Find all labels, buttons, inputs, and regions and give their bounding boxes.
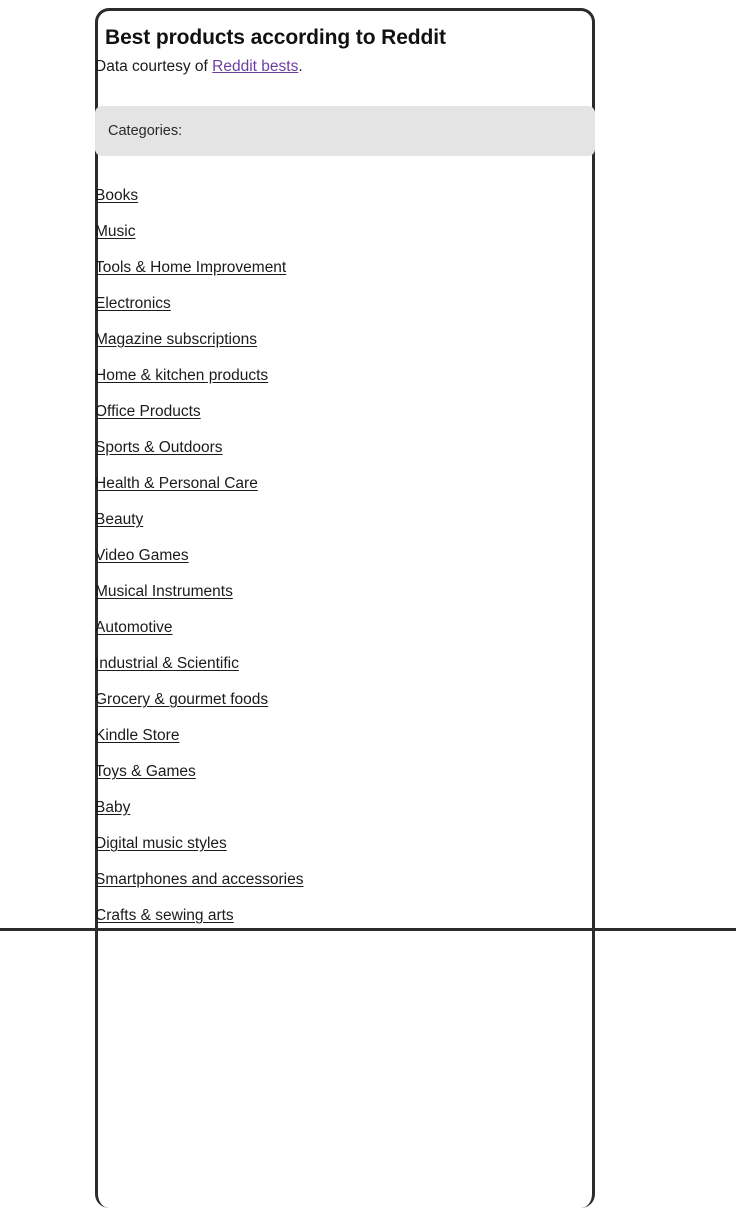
category-link[interactable]: Digital music styles (95, 835, 227, 852)
category-link[interactable]: Sports & Outdoors (95, 439, 223, 456)
credit-prefix-text: Data courtesy of (95, 58, 213, 75)
category-link[interactable]: Kindle Store (95, 727, 179, 744)
list-item: Sports & Outdoors (95, 438, 615, 474)
list-item: Books (95, 186, 615, 222)
page-title: Best products according to Reddit (105, 26, 446, 49)
list-item: Music (95, 222, 615, 258)
category-link[interactable]: Books (95, 187, 138, 204)
list-item: Industrial & Scientific (95, 654, 615, 690)
list-item: Grocery & gourmet foods (95, 690, 615, 726)
list-item: Magazine subscriptions (95, 330, 615, 366)
category-list: Books Music Tools & Home Improvement Electr… (95, 186, 615, 942)
category-link[interactable]: Magazine subscriptions (95, 331, 257, 348)
category-link[interactable]: Tools & Home Improvement (95, 259, 286, 276)
list-item: Beauty (95, 510, 615, 546)
reddit-bests-link[interactable]: Reddit bests (212, 58, 298, 75)
categories-panel-label: Categories: (108, 123, 183, 139)
list-item: Crafts & sewing arts (95, 906, 615, 942)
list-item: Toys & Games (95, 762, 615, 798)
list-item: Kindle Store (95, 726, 615, 762)
category-link[interactable]: Grocery & gourmet foods (95, 691, 268, 708)
category-link[interactable]: Video Games (95, 547, 189, 564)
list-item: Digital music styles (95, 834, 615, 870)
category-link[interactable]: Industrial & Scientific (95, 655, 239, 672)
category-link[interactable]: Health & Personal Care (95, 475, 258, 492)
category-link[interactable]: Home & kitchen products (95, 367, 268, 384)
list-item: Baby (95, 798, 615, 834)
list-item: Musical Instruments (95, 582, 615, 618)
category-link[interactable]: Beauty (95, 511, 143, 528)
data-credit-line: Data courtesy of Reddit bests. (95, 58, 303, 76)
category-link[interactable]: Musical Instruments (95, 583, 233, 600)
category-link[interactable]: Office Products (95, 403, 201, 420)
category-link[interactable]: Smartphones and accessories (95, 871, 304, 888)
category-link[interactable]: Toys & Games (95, 763, 196, 780)
category-link[interactable]: Music (95, 223, 135, 240)
list-item: Video Games (95, 546, 615, 582)
category-link[interactable]: Electronics (95, 295, 171, 312)
category-link[interactable]: Automotive (95, 619, 173, 636)
list-item: Automotive (95, 618, 615, 654)
category-link[interactable]: Crafts & sewing arts (95, 907, 234, 924)
list-item: Tools & Home Improvement (95, 258, 615, 294)
categories-panel: Categories: (95, 106, 595, 156)
category-link[interactable]: Baby (95, 799, 130, 816)
list-item: Health & Personal Care (95, 474, 615, 510)
list-item: Home & kitchen products (95, 366, 615, 402)
list-item: Smartphones and accessories (95, 870, 615, 906)
credit-suffix-text: . (298, 58, 303, 75)
list-item: Electronics (95, 294, 615, 330)
list-item: Office Products (95, 402, 615, 438)
